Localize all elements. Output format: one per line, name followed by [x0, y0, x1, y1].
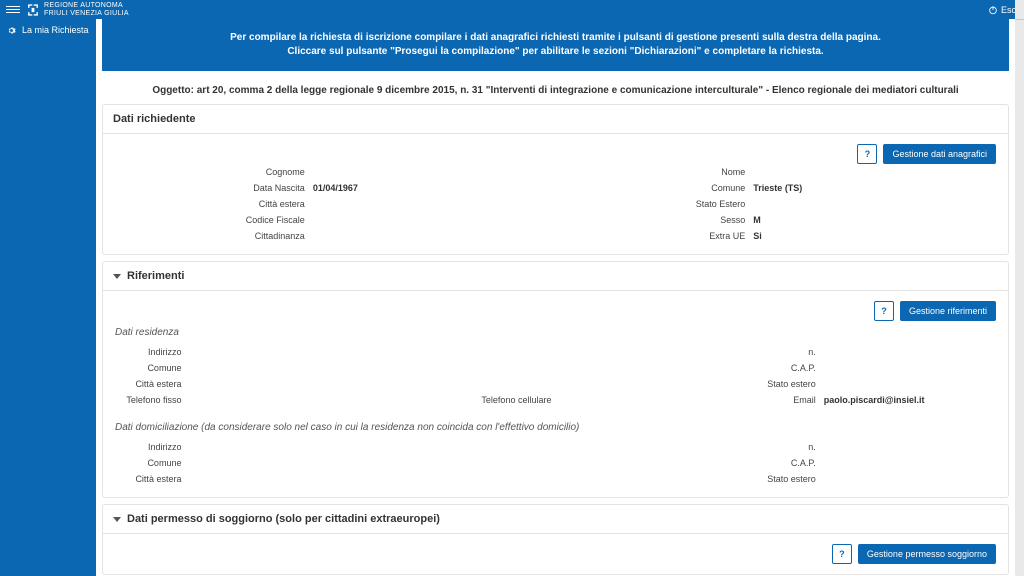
value-sesso: M	[749, 212, 996, 228]
region-logo-icon	[26, 3, 40, 17]
value-citta-estera	[309, 196, 556, 212]
label-sesso: Sesso	[555, 212, 749, 228]
label-dom-comune: Comune	[115, 455, 185, 471]
label-nome: Nome	[555, 164, 749, 180]
value-stato-estero	[749, 196, 996, 212]
label-res-indirizzo: Indirizzo	[115, 344, 185, 360]
menu-toggle-icon[interactable]	[6, 6, 20, 13]
panel-riferimenti-title: Riferimenti	[127, 270, 184, 282]
label-data-nascita: Data Nascita	[115, 180, 309, 196]
label-cognome: Cognome	[115, 164, 309, 180]
caret-down-icon	[113, 517, 121, 522]
panel-soggiorno: Dati permesso di soggiorno (solo per cit…	[102, 504, 1009, 575]
panel-riferimenti-header[interactable]: Riferimenti	[103, 262, 1008, 291]
topbar: REGIONE AUTONOMA FRIULI VENEZIA GIULIA E…	[0, 0, 1024, 19]
page-subject: Oggetto: art 20, comma 2 della legge reg…	[102, 85, 1009, 104]
manage-soggiorno-button[interactable]: Gestione permesso soggiorno	[858, 544, 996, 564]
label-dom-citta-estera: Città estera	[115, 471, 185, 487]
help-riferimenti-button[interactable]: ?	[874, 301, 894, 321]
value-res-citta-estera	[185, 376, 361, 392]
value-res-stato-estero	[820, 376, 996, 392]
label-comune: Comune	[555, 180, 749, 196]
brand: REGIONE AUTONOMA FRIULI VENEZIA GIULIA	[26, 2, 129, 17]
label-dom-stato-estero: Stato estero	[732, 471, 820, 487]
anagrafica-grid: Cognome Nome Data Nascita01/04/1967Comune…	[115, 164, 996, 244]
value-extra-ue: Si	[749, 228, 996, 244]
value-cittadinanza	[309, 228, 556, 244]
label-dom-cap: C.A.P.	[732, 455, 820, 471]
value-dom-indirizzo	[185, 439, 361, 455]
domicilio-subhead: Dati domiciliazione (da considerare solo…	[115, 422, 996, 433]
info-banner: Per compilare la richiesta di iscrizione…	[102, 19, 1009, 71]
manage-anagrafica-button[interactable]: Gestione dati anagrafici	[883, 144, 996, 164]
label-dom-indirizzo: Indirizzo	[115, 439, 185, 455]
help-soggiorno-button[interactable]: ?	[832, 544, 852, 564]
label-codice-fiscale: Codice Fiscale	[115, 212, 309, 228]
panel-soggiorno-title: Dati permesso di soggiorno (solo per cit…	[127, 513, 440, 525]
panel-riferimenti: Riferimenti ? Gestione riferimenti Dati …	[102, 261, 1009, 498]
info-line2: Cliccare sul pulsante "Prosegui la compi…	[142, 45, 969, 59]
value-comune: Trieste (TS)	[749, 180, 996, 196]
domicilio-grid: Indirizzo n. Comune C.A.P. Città estera Sta…	[115, 439, 996, 487]
brand-line1: REGIONE AUTONOMA	[44, 2, 129, 10]
value-nome	[749, 164, 996, 180]
label-res-citta-estera: Città estera	[115, 376, 185, 392]
right-gutter	[1015, 0, 1024, 576]
value-res-tel-cell	[555, 392, 731, 408]
label-stato-estero: Stato Estero	[555, 196, 749, 212]
manage-riferimenti-button[interactable]: Gestione riferimenti	[900, 301, 996, 321]
value-res-email: paolo.piscardi@insiel.it	[820, 392, 996, 408]
label-extra-ue: Extra UE	[555, 228, 749, 244]
value-res-tel-fisso	[185, 392, 361, 408]
value-data-nascita: 01/04/1967	[309, 180, 556, 196]
label-citta-estera: Città estera	[115, 196, 309, 212]
value-dom-stato-estero	[820, 471, 996, 487]
label-res-n: n.	[732, 344, 820, 360]
value-dom-n	[820, 439, 996, 455]
sidebar-item-my-request[interactable]: La mia Richiesta	[0, 19, 96, 41]
brand-line2: FRIULI VENEZIA GIULIA	[44, 10, 129, 18]
sidebar: La mia Richiesta	[0, 19, 96, 576]
value-res-comune	[185, 360, 361, 376]
caret-down-icon	[113, 274, 121, 279]
panel-anagrafica-title: Dati richiedente	[103, 105, 1008, 134]
residenza-subhead: Dati residenza	[115, 327, 996, 338]
residenza-grid: Indirizzo n. Comune C.A.P. Città estera Sta…	[115, 344, 996, 408]
value-dom-citta-estera	[185, 471, 361, 487]
value-codice-fiscale	[309, 212, 556, 228]
label-cittadinanza: Cittadinanza	[115, 228, 309, 244]
label-res-tel-cell: Telefono cellulare	[362, 392, 556, 408]
logout-button[interactable]: Esci	[988, 5, 1018, 15]
value-res-cap	[820, 360, 996, 376]
info-line1: Per compilare la richiesta di iscrizione…	[142, 31, 969, 45]
value-dom-cap	[820, 455, 996, 471]
value-res-indirizzo	[185, 344, 361, 360]
sidebar-item-label: La mia Richiesta	[22, 25, 89, 35]
label-res-stato-estero: Stato estero	[732, 376, 820, 392]
label-res-tel-fisso: Telefono fisso	[115, 392, 185, 408]
value-cognome	[309, 164, 556, 180]
label-dom-n: n.	[732, 439, 820, 455]
label-res-comune: Comune	[115, 360, 185, 376]
help-anagrafica-button[interactable]: ?	[857, 144, 877, 164]
main-content: Per compilare la richiesta di iscrizione…	[96, 19, 1015, 576]
label-res-cap: C.A.P.	[732, 360, 820, 376]
label-res-email: Email	[732, 392, 820, 408]
gear-icon	[7, 26, 16, 35]
value-dom-comune	[185, 455, 361, 471]
panel-soggiorno-header[interactable]: Dati permesso di soggiorno (solo per cit…	[103, 505, 1008, 534]
panel-anagrafica: Dati richiedente ? Gestione dati anagraf…	[102, 104, 1009, 255]
power-icon	[988, 5, 998, 15]
value-res-n	[820, 344, 996, 360]
